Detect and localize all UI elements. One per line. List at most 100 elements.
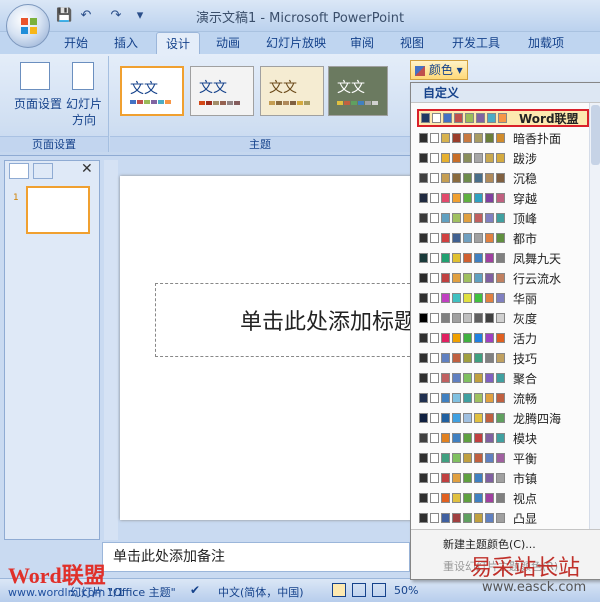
color-swatch — [430, 133, 439, 143]
color-scheme-item[interactable]: 市镇 — [417, 469, 589, 487]
color-swatch — [496, 133, 505, 143]
tab-view[interactable]: 视图 — [392, 32, 432, 54]
theme-thumb-1[interactable]: 文文 — [120, 66, 184, 116]
color-scheme-item[interactable]: 凸显 — [417, 509, 589, 527]
color-scheme-item[interactable]: 凤舞九天 — [417, 249, 589, 267]
color-swatch — [474, 293, 483, 303]
spellcheck-icon[interactable]: ✔ — [190, 583, 200, 597]
color-swatch — [496, 333, 505, 343]
color-swatch — [496, 473, 505, 483]
color-swatch — [430, 333, 439, 343]
color-swatch — [485, 333, 494, 343]
color-swatch — [474, 393, 483, 403]
tab-design[interactable]: 设计 — [156, 32, 200, 54]
color-scheme-item[interactable]: 视点 — [417, 489, 589, 507]
color-scheme-item[interactable]: 顶峰 — [417, 209, 589, 227]
office-button[interactable] — [6, 4, 50, 48]
color-scheme-item[interactable]: 灰度 — [417, 309, 589, 327]
color-scheme-item[interactable]: 活力 — [417, 329, 589, 347]
group-divider — [108, 56, 109, 152]
notes-pane[interactable]: 单击此处添加备注 — [102, 542, 410, 572]
color-swatch — [419, 453, 428, 463]
tab-animations[interactable]: 动画 — [208, 32, 248, 54]
color-swatches — [421, 113, 507, 123]
color-swatch — [441, 433, 450, 443]
color-swatch — [474, 153, 483, 163]
menu-scroll-thumb[interactable] — [591, 105, 600, 165]
color-swatches — [419, 173, 505, 183]
slides-tab[interactable] — [9, 163, 29, 179]
color-scheme-item[interactable]: 模块 — [417, 429, 589, 447]
page-setup-button[interactable]: 页面设置 — [12, 96, 64, 112]
color-scheme-item[interactable]: 平衡 — [417, 449, 589, 467]
tab-addins[interactable]: 加载项 — [520, 32, 572, 54]
tab-developer[interactable]: 开发工具 — [444, 32, 508, 54]
color-scheme-item[interactable]: 跋涉 — [417, 149, 589, 167]
zoom-level[interactable]: 50% — [394, 584, 418, 597]
color-swatch — [476, 113, 485, 123]
color-scheme-item[interactable]: 流畅 — [417, 389, 589, 407]
color-scheme-item[interactable]: 暗香扑面 — [417, 129, 589, 147]
color-swatch — [496, 313, 505, 323]
color-scheme-item[interactable]: 龙腾四海 — [417, 409, 589, 427]
color-scheme-item[interactable]: 都市 — [417, 229, 589, 247]
color-swatch — [441, 333, 450, 343]
theme-thumb-2[interactable]: 文文 — [190, 66, 254, 116]
color-swatch — [496, 273, 505, 283]
theme-thumb-4[interactable]: 文文 — [328, 66, 388, 116]
slide-sorter-icon[interactable] — [352, 583, 366, 597]
theme-thumb-3[interactable]: 文文 — [260, 66, 324, 116]
slide-thumbnail[interactable] — [26, 186, 90, 234]
color-swatch — [441, 293, 450, 303]
page-setup-group-label: 页面设置 — [0, 136, 108, 152]
color-swatch — [474, 453, 483, 463]
slide-orientation-button[interactable]: 幻灯片 方向 — [64, 96, 104, 128]
tab-insert[interactable]: 插入 — [106, 32, 146, 54]
color-swatch — [474, 313, 483, 323]
color-scheme-name: 聚合 — [513, 371, 538, 386]
color-scheme-item[interactable]: 行云流水 — [417, 269, 589, 287]
color-swatch — [463, 453, 472, 463]
color-swatch — [474, 213, 483, 223]
theme-thumb-label: 文文 — [130, 81, 158, 97]
color-swatch — [441, 373, 450, 383]
color-swatch — [474, 253, 483, 263]
color-swatch — [485, 473, 494, 483]
panel-scrollbar[interactable] — [104, 160, 118, 540]
color-scheme-name: 活力 — [513, 331, 538, 346]
page-setup-icon — [20, 62, 50, 90]
language-indicator[interactable]: 中文(简体，中国) — [218, 584, 304, 600]
color-swatch — [419, 473, 428, 483]
color-swatch — [463, 293, 472, 303]
color-scheme-name: 凸显 — [513, 511, 538, 526]
color-scheme-item[interactable]: 聚合 — [417, 369, 589, 387]
color-scheme-item[interactable]: 沉稳 — [417, 169, 589, 187]
close-icon[interactable]: ✕ — [81, 161, 93, 177]
color-swatch — [452, 393, 461, 403]
color-scheme-item[interactable]: 穿越 — [417, 189, 589, 207]
slideshow-icon[interactable] — [372, 583, 386, 597]
normal-view-icon[interactable] — [332, 583, 346, 597]
colors-button[interactable]: 颜色 ▾ — [410, 60, 468, 80]
menu-scrollbar[interactable] — [589, 103, 600, 529]
tab-slideshow[interactable]: 幻灯片放映 — [258, 32, 334, 54]
slide-number: 1 — [13, 193, 19, 203]
tab-home[interactable]: 开始 — [56, 32, 96, 54]
color-swatches — [419, 273, 505, 283]
color-scheme-name: 灰度 — [513, 311, 538, 326]
color-swatch — [463, 413, 472, 423]
outline-tab[interactable] — [33, 163, 53, 179]
color-swatch — [441, 273, 450, 283]
menu-header-custom: 自定义 — [411, 83, 600, 103]
tab-review[interactable]: 审阅 — [342, 32, 382, 54]
color-scheme-item[interactable]: 华丽 — [417, 289, 589, 307]
color-scheme-item[interactable]: 技巧 — [417, 349, 589, 367]
color-scheme-item[interactable]: Word联盟 — [417, 109, 589, 127]
color-swatch — [419, 353, 428, 363]
color-swatch — [485, 213, 494, 223]
color-scheme-name: 流畅 — [513, 391, 538, 406]
color-swatch — [496, 453, 505, 463]
color-swatch — [485, 193, 494, 203]
color-swatch — [498, 113, 507, 123]
color-swatch — [485, 153, 494, 163]
